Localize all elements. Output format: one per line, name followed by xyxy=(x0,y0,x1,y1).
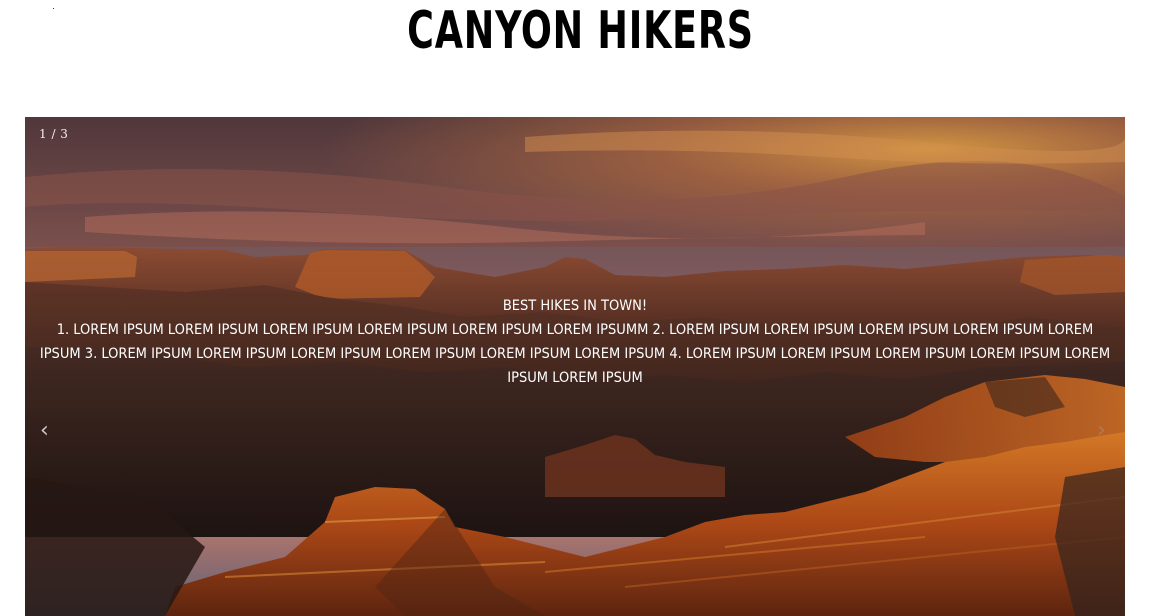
chevron-left-icon: ‹ xyxy=(40,418,49,443)
page-title: CANYON HIKERS xyxy=(407,1,754,61)
slide-counter: 1 / 3 xyxy=(39,127,69,141)
decorative-dot xyxy=(53,8,54,9)
next-slide-button[interactable]: › xyxy=(1097,417,1106,445)
caption-heading: BEST HIKES IN TOWN! xyxy=(502,298,648,314)
prev-slide-button[interactable]: ‹ xyxy=(40,417,49,445)
chevron-right-icon: › xyxy=(1097,418,1106,443)
hero-slideshow: 1 / 3 BEST HIKES IN TOWN! 1. LOREM IPSUM… xyxy=(25,117,1125,616)
caption-body: 1. LOREM IPSUM LOREM IPSUM LOREM IPSUM L… xyxy=(39,322,1111,386)
slide-caption: BEST HIKES IN TOWN! 1. LOREM IPSUM LOREM… xyxy=(35,294,1115,390)
